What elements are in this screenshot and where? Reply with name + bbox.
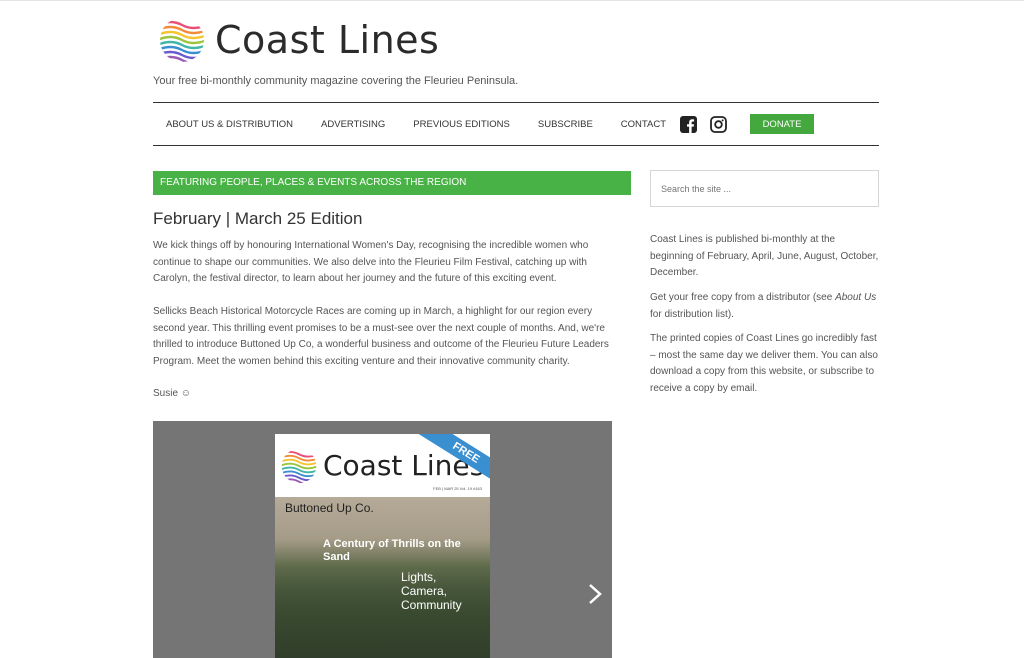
subscribe-link[interactable]: subscribe [820, 366, 863, 377]
distribution-list-link[interactable]: for distribution list [650, 309, 728, 320]
logo-icon [160, 20, 204, 62]
top-border [0, 0, 1024, 1]
magazine-cover[interactable]: Coast Lines FREE FEB | MAR 25 Vol. 19 #1… [275, 434, 490, 658]
cover-headline-1: Buttoned Up Co. [285, 501, 374, 515]
instagram-icon[interactable] [710, 115, 727, 133]
intro-paragraph-1: We kick things off by honouring Internat… [153, 240, 589, 285]
intro-paragraph-2: Sellicks Beach Historical Motorcycle Rac… [153, 306, 609, 368]
donate-button[interactable]: DONATE [750, 114, 815, 134]
edition-title: February | March 25 Edition [153, 209, 363, 228]
about-us-link[interactable]: About Us [835, 292, 876, 303]
nav-item-advertising[interactable]: ADVERTISING [321, 119, 385, 130]
sidebar-print-info: The printed copies of Coast Lines go inc… [650, 331, 881, 397]
search-input[interactable] [650, 170, 879, 207]
cover-headline-2: A Century of Thrills on the Sand [323, 538, 461, 563]
main-nav: ABOUT US & DISTRIBUTION ADVERTISING PREV… [153, 102, 879, 146]
site-title: Coast Lines [215, 18, 440, 62]
cover-logo-icon [281, 450, 317, 484]
sidebar-distributor-info: Get your free copy from a distributor (s… [650, 290, 881, 323]
cover-headline-3: Lights, Camera, Community [401, 570, 462, 612]
nav-item-subscribe[interactable]: SUBSCRIBE [538, 119, 593, 130]
cover-photo: Buttoned Up Co. A Century of Thrills on … [275, 497, 490, 658]
facebook-icon[interactable] [680, 115, 698, 133]
nav-item-contact[interactable]: CONTACT [621, 119, 666, 130]
site-logo[interactable]: Coast Lines [159, 14, 439, 66]
nav-item-about[interactable]: ABOUT US & DISTRIBUTION [166, 119, 293, 130]
sidebar-distributor-text: Get your free copy from a distributor (s… [650, 292, 836, 303]
site-tagline: Your free bi-monthly community magazine … [153, 75, 519, 87]
cover-issue-line: FEB | MAR 25 Vol. 19 #163 [433, 486, 482, 491]
signature: Susie ☺ [153, 388, 192, 399]
nav-item-previous-editions[interactable]: PREVIOUS EDITIONS [413, 119, 510, 130]
edition-slider: Coast Lines FREE FEB | MAR 25 Vol. 19 #1… [153, 421, 612, 658]
feature-banner: FEATURING PEOPLE, PLACES & EVENTS ACROSS… [153, 171, 631, 195]
sidebar-distributor-end: ). [727, 308, 734, 320]
chevron-right-icon[interactable] [586, 581, 604, 607]
sidebar-publish-info: Coast Lines is published bi-monthly at t… [650, 234, 879, 278]
